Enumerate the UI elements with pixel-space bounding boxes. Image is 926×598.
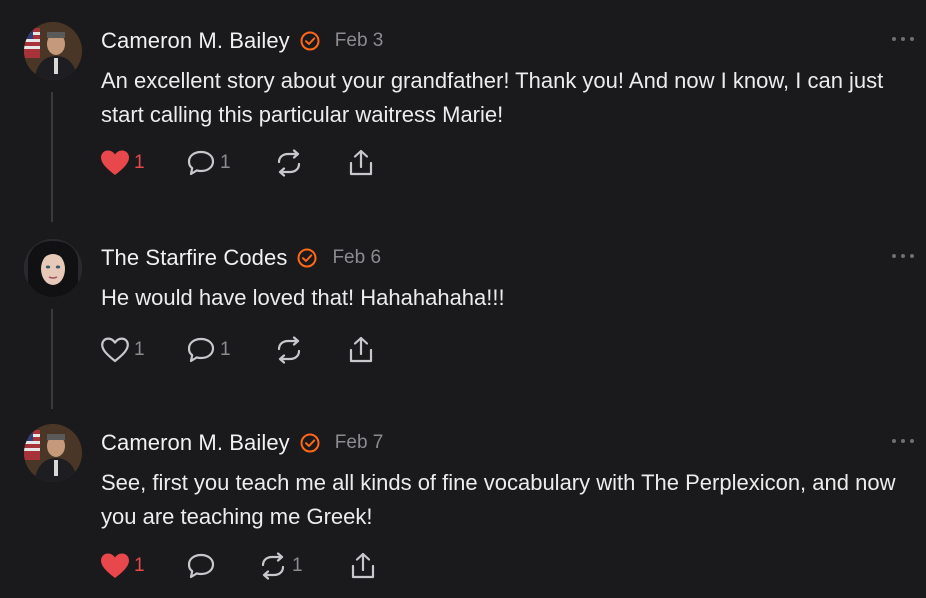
comment-icon bbox=[187, 150, 215, 176]
share-icon bbox=[349, 149, 373, 176]
more-options-icon[interactable] bbox=[892, 249, 914, 263]
reply-count: 1 bbox=[220, 339, 231, 360]
thread-line bbox=[51, 309, 53, 409]
comment-text: An excellent story about your grandfathe… bbox=[101, 68, 884, 127]
restack-icon bbox=[261, 552, 285, 580]
verified-badge-icon bbox=[299, 30, 321, 52]
comment-actions: 1 1 bbox=[100, 334, 386, 366]
share-button[interactable] bbox=[346, 334, 386, 366]
reply-button[interactable] bbox=[186, 550, 258, 582]
comment-actions: 1 1 bbox=[100, 147, 386, 179]
author-name[interactable]: Cameron M. Bailey bbox=[101, 430, 290, 456]
comment: Cameron M. Bailey Feb 7 See, first you t… bbox=[0, 424, 926, 598]
more-options-icon[interactable] bbox=[892, 32, 914, 46]
share-icon bbox=[351, 552, 375, 579]
comment-header: Cameron M. Bailey Feb 7 bbox=[101, 428, 383, 458]
comment-text: See, first you teach me all kinds of fin… bbox=[101, 470, 896, 529]
avatar[interactable] bbox=[24, 424, 82, 482]
verified-badge-icon bbox=[299, 432, 321, 454]
comment-date[interactable]: Feb 6 bbox=[332, 247, 381, 269]
comment-icon bbox=[187, 553, 215, 579]
like-button[interactable]: 1 bbox=[100, 550, 186, 582]
restack-icon bbox=[277, 336, 301, 364]
comment-actions: 1 1 bbox=[100, 550, 388, 582]
like-button[interactable]: 1 bbox=[100, 334, 186, 366]
share-button[interactable] bbox=[346, 147, 386, 179]
reply-count: 1 bbox=[220, 152, 231, 173]
more-options-icon[interactable] bbox=[892, 434, 914, 448]
author-name[interactable]: The Starfire Codes bbox=[101, 245, 287, 271]
comment-icon bbox=[187, 337, 215, 363]
like-count: 1 bbox=[134, 555, 145, 576]
restack-button[interactable] bbox=[274, 334, 346, 366]
author-name[interactable]: Cameron M. Bailey bbox=[101, 28, 290, 54]
share-button[interactable] bbox=[348, 550, 388, 582]
heart-icon bbox=[101, 150, 129, 175]
verified-badge-icon bbox=[296, 247, 318, 269]
comment-header: Cameron M. Bailey Feb 3 bbox=[101, 26, 383, 56]
like-count: 1 bbox=[134, 339, 145, 360]
comment-date[interactable]: Feb 3 bbox=[335, 30, 384, 52]
thread-line bbox=[51, 92, 53, 222]
avatar[interactable] bbox=[24, 22, 82, 80]
comment-date[interactable]: Feb 7 bbox=[335, 432, 384, 454]
heart-icon bbox=[101, 553, 129, 578]
comment-thread: Cameron M. Bailey Feb 3 An excellent sto… bbox=[0, 0, 926, 598]
share-icon bbox=[349, 336, 373, 363]
like-count: 1 bbox=[134, 152, 145, 173]
comment: Cameron M. Bailey Feb 3 An excellent sto… bbox=[0, 22, 926, 222]
heart-icon bbox=[101, 337, 129, 363]
like-button[interactable]: 1 bbox=[100, 147, 186, 179]
restack-icon bbox=[277, 149, 301, 177]
restack-button[interactable]: 1 bbox=[258, 550, 348, 582]
comment-header: The Starfire Codes Feb 6 bbox=[101, 243, 381, 273]
restack-button[interactable] bbox=[274, 147, 346, 179]
reply-button[interactable]: 1 bbox=[186, 334, 274, 366]
restack-count: 1 bbox=[292, 555, 303, 576]
reply-button[interactable]: 1 bbox=[186, 147, 274, 179]
avatar[interactable] bbox=[24, 239, 82, 297]
comment: The Starfire Codes Feb 6 He would have l… bbox=[0, 239, 926, 414]
comment-text: He would have loved that! Hahahahaha!!! bbox=[101, 285, 505, 310]
